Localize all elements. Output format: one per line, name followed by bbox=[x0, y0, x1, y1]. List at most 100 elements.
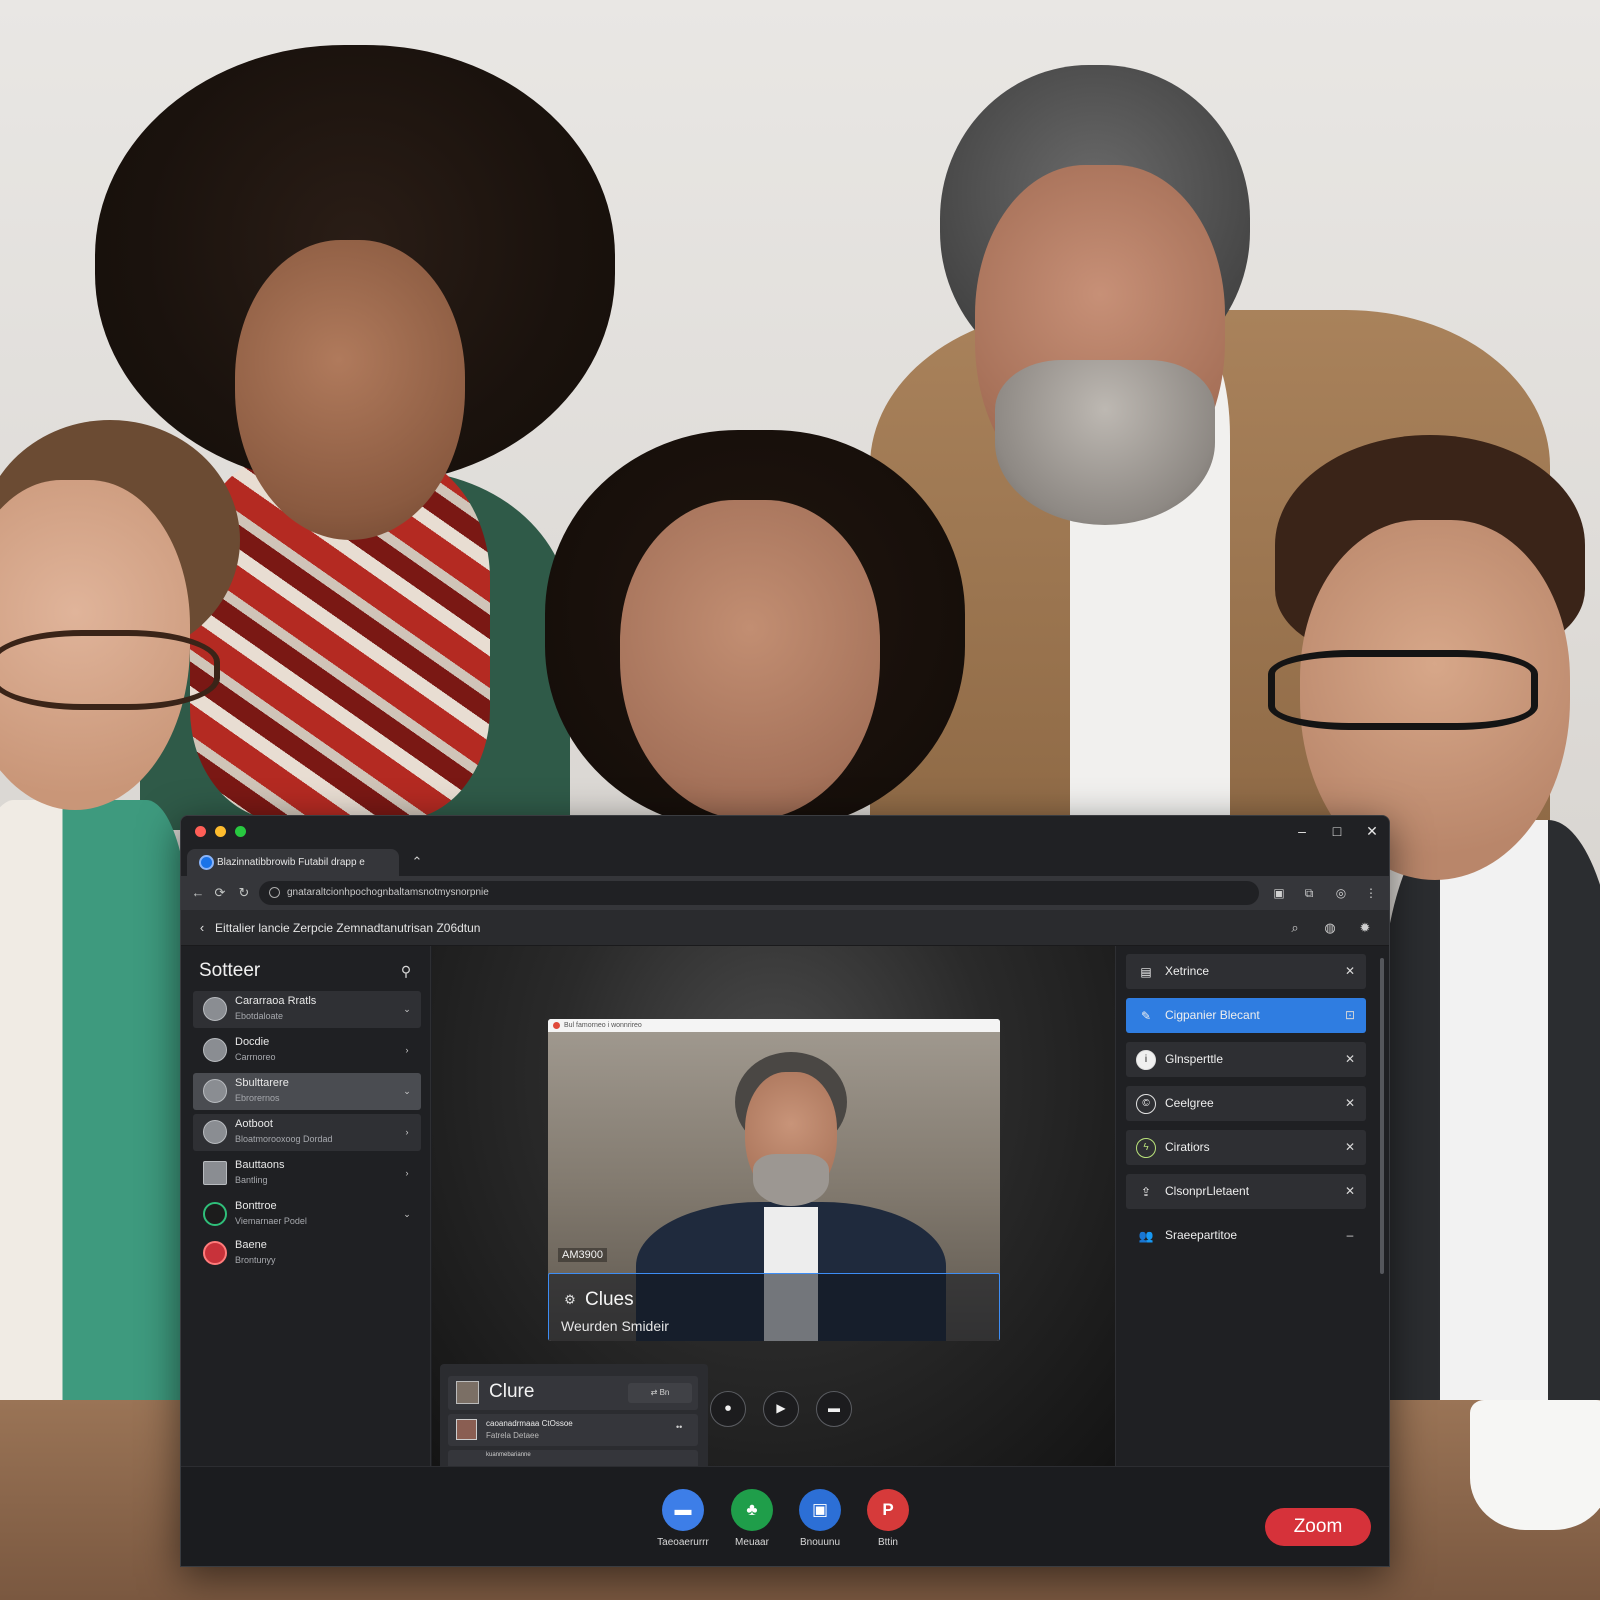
chat-action-button[interactable]: ⇄ Bn bbox=[628, 1383, 692, 1403]
avatar bbox=[203, 1079, 227, 1103]
panel-item-xetrince[interactable]: ▤ Xetrince ✕ bbox=[1126, 954, 1366, 989]
glasses bbox=[1268, 650, 1538, 730]
panel-item-label: Ceelgree bbox=[1165, 1096, 1214, 1110]
minimize-button[interactable]: – bbox=[1291, 821, 1313, 841]
app-window: – □ ✕ Blazinnatibbrowib Futabil drapp e … bbox=[180, 815, 1390, 1567]
panel-item-active[interactable]: ✎ Cigpanier Blecant ⊡ bbox=[1126, 998, 1366, 1033]
chevron-down-icon[interactable]: ⌄ bbox=[399, 1001, 415, 1017]
chat-message[interactable]: caoanadrmaaa CtOssoe Fatrela Detaee •• bbox=[448, 1414, 698, 1446]
profile-icon[interactable]: ◎ bbox=[1331, 883, 1351, 903]
glasses bbox=[0, 630, 220, 710]
chat-header[interactable]: Clure ⇄ Bn bbox=[448, 1376, 698, 1410]
person-face bbox=[620, 500, 880, 820]
contact-status: Bloatmorooxoog Dordad bbox=[235, 1134, 333, 1144]
close-icon[interactable]: ✕ bbox=[1342, 1139, 1358, 1155]
speaker-beard bbox=[753, 1154, 829, 1206]
screen-share-icon[interactable]: ▣ bbox=[799, 1489, 841, 1531]
chat-action-label: Bn bbox=[659, 1388, 670, 1397]
bolt-icon: ϟ bbox=[1136, 1138, 1156, 1158]
speaker-video-window[interactable]: Bul famorneo i wonnrireo AM3900 ⚙ Clues … bbox=[548, 1019, 1000, 1341]
contact-item[interactable]: Baene Brontunyy bbox=[193, 1235, 421, 1272]
avatar bbox=[203, 997, 227, 1021]
contact-item-selected[interactable]: Sbulttarere Ebrorernos ⌄ bbox=[193, 1073, 421, 1110]
panel-item-label: Ciratiors bbox=[1165, 1140, 1210, 1154]
scrollbar[interactable] bbox=[1378, 952, 1386, 1464]
close-icon[interactable]: ✕ bbox=[1342, 963, 1358, 979]
share-icon: ⇪ bbox=[1140, 1185, 1152, 1199]
extension-icon[interactable]: ⧉ bbox=[1299, 883, 1319, 903]
minus-icon[interactable]: ▬ bbox=[816, 1391, 852, 1427]
close-icon[interactable]: ✕ bbox=[1342, 1095, 1358, 1111]
reload-icon[interactable]: ↻ bbox=[233, 882, 255, 904]
gear-icon[interactable]: ✹ bbox=[1355, 918, 1375, 938]
chat-icon: © bbox=[1136, 1094, 1156, 1114]
contact-item[interactable]: Cararraoa Rratls Ebotdaloate ⌄ bbox=[193, 991, 421, 1028]
p-icon[interactable]: P bbox=[867, 1489, 909, 1531]
close-icon[interactable]: ✕ bbox=[1342, 1183, 1358, 1199]
chat-message[interactable]: kuanmebarianne bbox=[448, 1450, 698, 1466]
contact-item[interactable]: Aotboot Bloatmorooxoog Dordad › bbox=[193, 1114, 421, 1151]
zoom-button[interactable]: Zoom bbox=[1265, 1508, 1371, 1546]
contact-name: Docdie bbox=[235, 1036, 270, 1048]
people-icon: 👥 bbox=[1138, 1229, 1154, 1243]
record-icon[interactable]: ⏺ bbox=[710, 1391, 746, 1427]
settings-icon[interactable]: ◍ bbox=[1320, 918, 1340, 938]
chevron-right-icon[interactable]: › bbox=[399, 1042, 415, 1058]
contact-item[interactable]: Docdie Carrnoreo › bbox=[193, 1032, 421, 1069]
panel-item-info[interactable]: i Glnsperttle ✕ bbox=[1126, 1042, 1366, 1077]
caption-icon: ⚙ bbox=[564, 1292, 576, 1307]
close-dot-icon[interactable] bbox=[195, 826, 206, 837]
caption-subtitle: Weurden Smideir bbox=[561, 1318, 669, 1334]
breadcrumb: Eittalier lancie Zerpcie Zemnadtanutrisa… bbox=[215, 921, 481, 935]
contact-item[interactable]: Bauttaons Bantling › bbox=[193, 1155, 421, 1192]
bag-icon[interactable]: ▣ bbox=[1269, 883, 1289, 903]
browser-tab[interactable]: Blazinnatibbrowib Futabil drapp e bbox=[187, 849, 399, 876]
panel-item-people[interactable]: 👥 Sraeepartitoe – bbox=[1126, 1218, 1366, 1253]
panel-item-chat[interactable]: © Ceelgree ✕ bbox=[1126, 1086, 1366, 1121]
title-bar: – □ ✕ bbox=[181, 816, 1389, 846]
zoom-dot-icon[interactable] bbox=[235, 826, 246, 837]
contact-name: Cararraoa Rratls bbox=[235, 995, 317, 1007]
contact-name: Bauttaons bbox=[235, 1159, 285, 1171]
address-text: gnataraltcionhpochognbaltamsnotmysnorpni… bbox=[287, 887, 489, 898]
video-icon[interactable]: ▶ bbox=[763, 1391, 799, 1427]
chevron-right-icon[interactable]: › bbox=[399, 1124, 415, 1140]
chevron-up-icon[interactable]: ⌃ bbox=[407, 852, 427, 872]
chevron-right-icon[interactable]: › bbox=[399, 1165, 415, 1181]
kebab-menu-icon[interactable]: ⋮ bbox=[1361, 883, 1381, 903]
gift-icon[interactable]: ♣ bbox=[731, 1489, 773, 1531]
chevron-down-icon[interactable]: ⌄ bbox=[399, 1206, 415, 1222]
scroll-thumb[interactable] bbox=[1380, 958, 1384, 1274]
chevron-down-icon[interactable]: ⌄ bbox=[399, 1083, 415, 1099]
app-header: ‹ Eittalier lancie Zerpcie Zemnadtanutri… bbox=[181, 910, 1389, 946]
panel-item-bolt[interactable]: ϟ Ciratiors ✕ bbox=[1126, 1130, 1366, 1165]
browser-toolbar: ← ⟳ ↻ gnataraltcionhpochognbaltamsnotmys… bbox=[181, 876, 1389, 910]
back-icon[interactable]: ‹ bbox=[193, 919, 211, 937]
forward-icon[interactable]: ⟳ bbox=[209, 882, 231, 904]
person-woman-glasses bbox=[0, 800, 190, 1500]
video-window-bar: Bul famorneo i wonnrireo bbox=[548, 1019, 1000, 1032]
maximize-button[interactable]: □ bbox=[1326, 821, 1348, 841]
avatar bbox=[203, 1120, 227, 1144]
person-beard bbox=[995, 360, 1215, 525]
search-icon[interactable]: ⌕ bbox=[1285, 918, 1305, 938]
people-search-icon[interactable]: ⚲ bbox=[395, 960, 417, 982]
back-arrow-icon[interactable]: ← bbox=[187, 882, 209, 904]
chat-bubble-icon[interactable]: ▬ bbox=[662, 1489, 704, 1531]
chat-panel: Clure ⇄ Bn caoanadrmaaa CtOssoe Fatrela … bbox=[440, 1364, 708, 1466]
caption-overlay[interactable]: ⚙ Clues Weurden Smideir oooot bbox=[548, 1273, 1000, 1341]
panel-item-share[interactable]: ⇪ ClsonprLletaent ✕ bbox=[1126, 1174, 1366, 1209]
more-icon[interactable]: •• bbox=[676, 1422, 682, 1432]
close-icon[interactable]: ✕ bbox=[1342, 1051, 1358, 1067]
video-window-title: Bul famorneo i wonnrireo bbox=[564, 1022, 642, 1029]
address-bar[interactable]: gnataraltcionhpochognbaltamsnotmysnorpni… bbox=[259, 881, 1259, 905]
popout-icon[interactable]: ⊡ bbox=[1342, 1007, 1358, 1023]
minimize-dot-icon[interactable] bbox=[215, 826, 226, 837]
site-info-icon[interactable] bbox=[269, 887, 280, 898]
close-button[interactable]: ✕ bbox=[1361, 821, 1383, 841]
avatar bbox=[456, 1381, 479, 1404]
collapse-icon[interactable]: – bbox=[1342, 1227, 1358, 1243]
contact-item[interactable]: Bonttroe Viemarnaer Podel ⌄ bbox=[193, 1196, 421, 1233]
contact-status: Ebotdaloate bbox=[235, 1011, 284, 1021]
avatar bbox=[203, 1202, 227, 1226]
